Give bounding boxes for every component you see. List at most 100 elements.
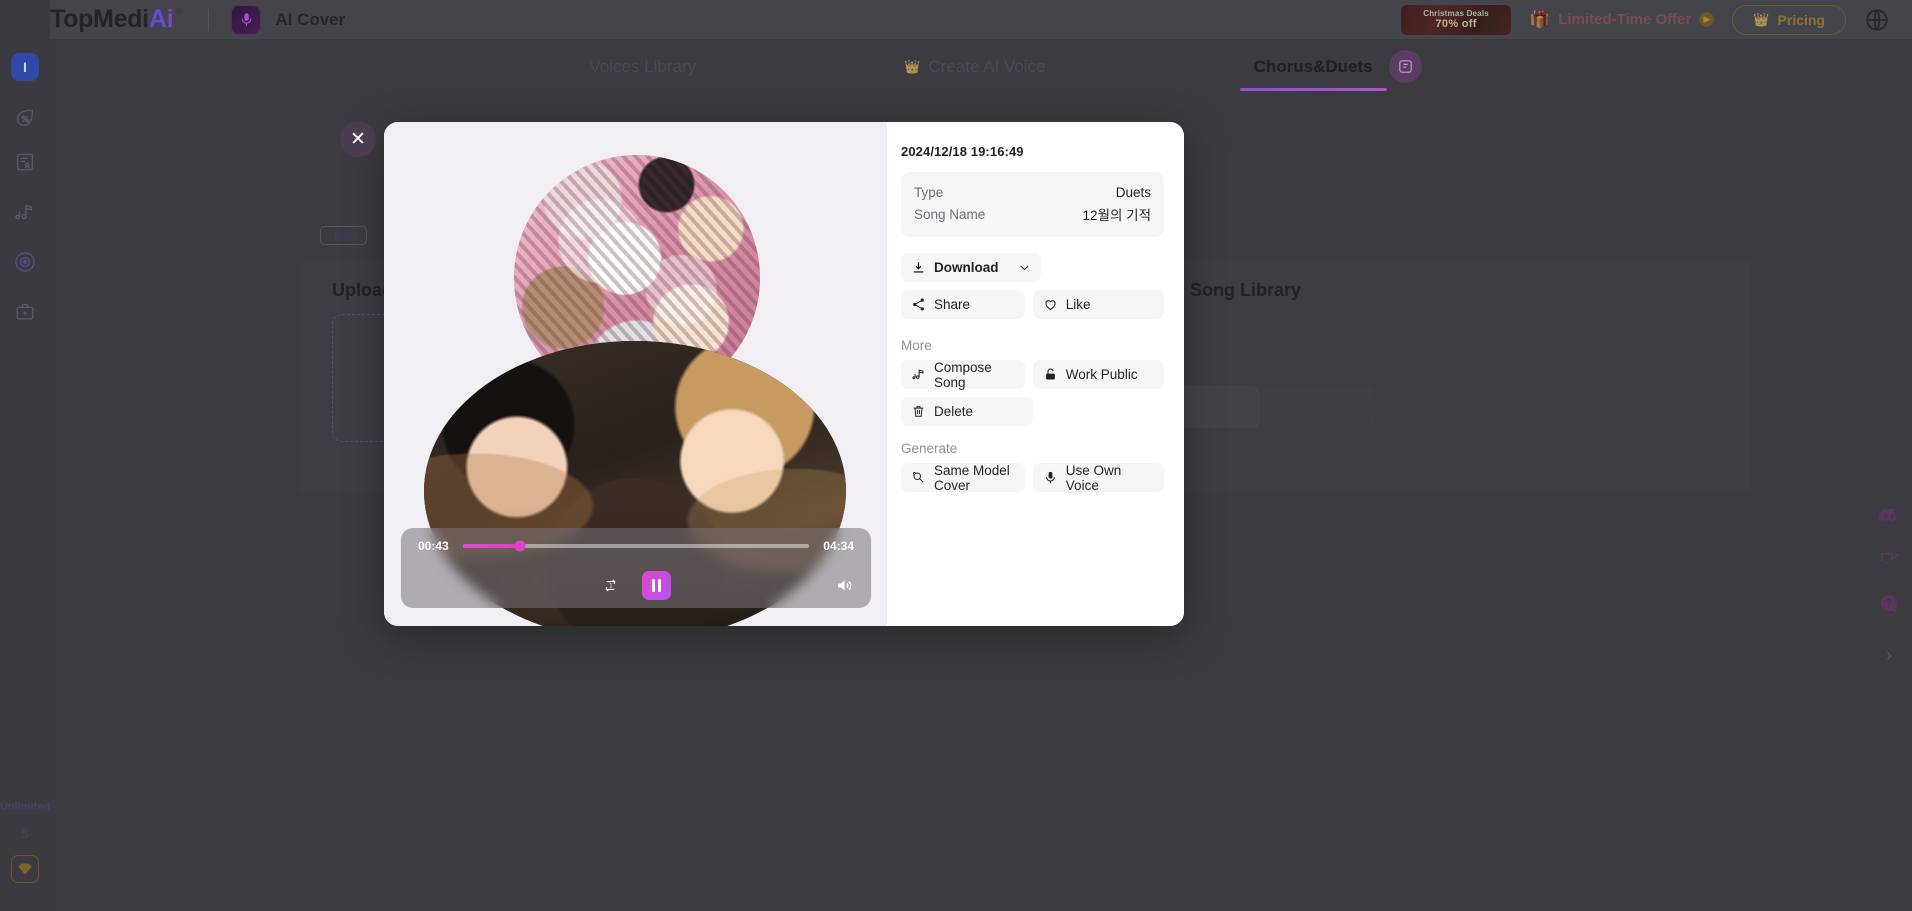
tab-chorus-duets-label: Chorus&Duets — [1253, 56, 1373, 76]
sidebar-plan-label: Unlimited — [0, 801, 51, 813]
current-time: 00:43 — [418, 539, 449, 553]
progress-fill — [462, 544, 520, 548]
delete-label: Delete — [934, 404, 974, 419]
close-icon[interactable]: ✕ — [340, 121, 376, 157]
pricing-button[interactable]: 👑 Pricing — [1732, 4, 1846, 35]
sidebar-item-music[interactable] — [12, 199, 38, 225]
share-label: Share — [934, 297, 971, 312]
limited-time-offer-arrow-icon: ▶ — [1699, 12, 1715, 27]
trash-icon — [911, 404, 926, 419]
brand-logo[interactable]: TopMedi Ai ® — [50, 5, 183, 34]
download-icon — [911, 260, 926, 275]
discount-icon — [14, 107, 36, 129]
model-cover-icon — [911, 470, 926, 485]
use-own-voice-label: Use Own Voice — [1065, 462, 1122, 493]
tab-voices-library-label: Voices Library — [589, 56, 697, 76]
table-row: Type Duets — [914, 183, 1151, 202]
same-model-cover-button[interactable]: Same Model Cover — [901, 462, 1025, 493]
christmas-promo-banner[interactable]: Christmas Deals 70% off — [1401, 4, 1512, 35]
back-button[interactable]: ‹ Back — [320, 226, 367, 245]
repeat-one-icon[interactable]: 1 — [601, 576, 620, 595]
creation-timestamp: 2024/12/18 19:16:49 — [901, 144, 1024, 159]
main-nav: Voices Library 👑 Create AI Voice Chorus&… — [50, 39, 1912, 94]
brand-logo-accent-i: i — [166, 5, 174, 33]
compose-song-button[interactable]: Compose Song — [901, 360, 1025, 390]
app-icon — [231, 4, 262, 35]
download-button[interactable]: Download — [901, 253, 1041, 282]
like-button[interactable]: Like — [1032, 290, 1164, 319]
audio-player: 00:43 04:34 1 — [401, 528, 871, 608]
tab-active-underline — [1239, 87, 1387, 91]
tab-create-ai-voice-label: Create AI Voice — [928, 56, 1046, 76]
rail-collapse-icon[interactable]: › — [1886, 645, 1892, 666]
document-icon — [14, 151, 36, 173]
download-label: Download — [934, 260, 999, 275]
gem-icon — [17, 861, 33, 877]
song-info-table: Type Duets Song Name 12월의 기적 — [901, 172, 1164, 237]
modal-details-panel: 2024/12/18 19:16:49 Type Duets Song Name… — [887, 122, 1184, 626]
sidebar-item-chorus-duets[interactable] — [12, 249, 38, 275]
sidebar-item-document[interactable] — [12, 149, 38, 175]
sidebar-item-toolbox[interactable] — [12, 299, 38, 325]
app-header: TopMedi Ai ® AI Cover Christmas Deals 70% … — [0, 0, 1912, 39]
work-public-label: Work Public — [1065, 367, 1138, 382]
pricing-label: Pricing — [1777, 11, 1825, 28]
pause-button[interactable] — [642, 570, 671, 600]
use-own-voice-button[interactable]: Use Own Voice — [1032, 462, 1164, 493]
limited-time-offer-button[interactable]: 🎁 Limited-Time Offer ▶ — [1529, 9, 1715, 30]
promo-line-2: 70% off — [1435, 18, 1477, 30]
promo-line-1: Christmas Deals — [1423, 9, 1489, 18]
discord-icon[interactable] — [1878, 505, 1900, 527]
left-sidebar: I Unlimited 5 — [0, 0, 50, 911]
info-key-type: Type — [914, 185, 944, 200]
generate-section-title: Generate — [901, 441, 958, 456]
share-button[interactable]: Share — [901, 290, 1025, 319]
toolbox-icon — [14, 301, 36, 323]
music-note-icon — [14, 201, 36, 223]
app-title: AI Cover — [275, 9, 346, 29]
feedback-icon[interactable] — [1878, 549, 1900, 571]
info-key-song-name: Song Name — [914, 206, 986, 222]
music-note-icon — [911, 367, 926, 382]
limited-time-offer-label: Limited-Time Offer — [1558, 11, 1692, 28]
tab-chorus-duets[interactable]: Chorus&Duets — [1239, 56, 1387, 91]
progress-slider[interactable] — [462, 540, 810, 552]
song-library-card[interactable] — [1260, 386, 1375, 428]
delete-button[interactable]: Delete — [901, 397, 1033, 426]
header-divider — [208, 8, 210, 31]
crown-icon: 👑 — [904, 58, 921, 74]
work-public-button[interactable]: Work Public — [1032, 360, 1164, 389]
crown-icon: 👑 — [1753, 11, 1770, 27]
gift-icon: 🎁 — [1529, 9, 1551, 29]
progress-knob[interactable] — [514, 540, 526, 552]
song-detail-modal: 00:43 04:34 1 2024/12/18 19:16:49 Type D… — [384, 122, 1184, 626]
same-model-cover-label: Same Model Cover — [934, 462, 1010, 493]
brand-logo-accent-a: A — [148, 5, 167, 33]
tab-create-ai-voice[interactable]: 👑 Create AI Voice — [890, 57, 1059, 77]
tab-voices-library[interactable]: Voices Library — [575, 57, 710, 77]
more-section-title: More — [901, 338, 932, 353]
lock-icon — [1043, 367, 1058, 382]
sidebar-user-badge[interactable]: I — [11, 53, 39, 81]
disc-icon — [13, 250, 37, 274]
support-rail: › — [1878, 505, 1900, 666]
sidebar-gem-button[interactable] — [11, 855, 39, 883]
globe-icon[interactable] — [1864, 7, 1890, 33]
library-icon[interactable] — [1389, 50, 1422, 83]
brand-logo-text: TopMedi — [50, 5, 149, 33]
help-icon[interactable] — [1878, 593, 1900, 615]
svg-text:1: 1 — [609, 583, 612, 589]
modal-artwork-panel: 00:43 04:34 1 — [384, 122, 887, 626]
back-button-label: Back — [334, 229, 359, 242]
info-value-type: Duets — [1115, 185, 1151, 200]
info-value-song-name: 12월의 기적 — [1082, 208, 1151, 223]
share-icon — [911, 297, 926, 312]
song-library-title: Song Library — [1190, 280, 1302, 300]
volume-icon[interactable] — [835, 576, 854, 595]
brand-registered-mark: ® — [175, 7, 183, 18]
chevron-down-icon[interactable] — [1018, 261, 1031, 274]
sidebar-item-discount[interactable] — [12, 105, 38, 131]
table-row: Song Name 12월의 기적 — [914, 202, 1151, 226]
sidebar-credits-count: 5 — [21, 827, 29, 841]
song-library-panel: ▥ Song Library — [1130, 262, 1750, 492]
